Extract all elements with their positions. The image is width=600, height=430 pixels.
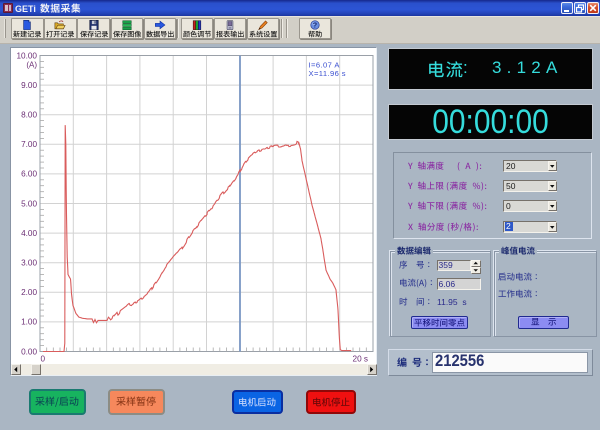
svg-text:0: 0 xyxy=(41,355,46,364)
svg-text:9.00: 9.00 xyxy=(21,81,37,90)
svg-text:7.00: 7.00 xyxy=(21,140,37,149)
svg-text:10.00: 10.00 xyxy=(17,51,38,60)
svg-text:X=11.96 s: X=11.96 s xyxy=(309,69,346,78)
svg-text:2.00: 2.00 xyxy=(21,288,37,297)
svg-text:8.00: 8.00 xyxy=(21,111,37,120)
svg-text:1.00: 1.00 xyxy=(21,318,37,327)
svg-text:6.00: 6.00 xyxy=(21,170,37,179)
svg-text:20 s: 20 s xyxy=(353,355,368,364)
svg-text:0.00: 0.00 xyxy=(21,347,37,356)
svg-text:3.00: 3.00 xyxy=(21,259,37,268)
svg-text:5.00: 5.00 xyxy=(21,199,37,208)
svg-text:(A): (A) xyxy=(26,61,37,70)
svg-text:4.00: 4.00 xyxy=(21,229,37,238)
